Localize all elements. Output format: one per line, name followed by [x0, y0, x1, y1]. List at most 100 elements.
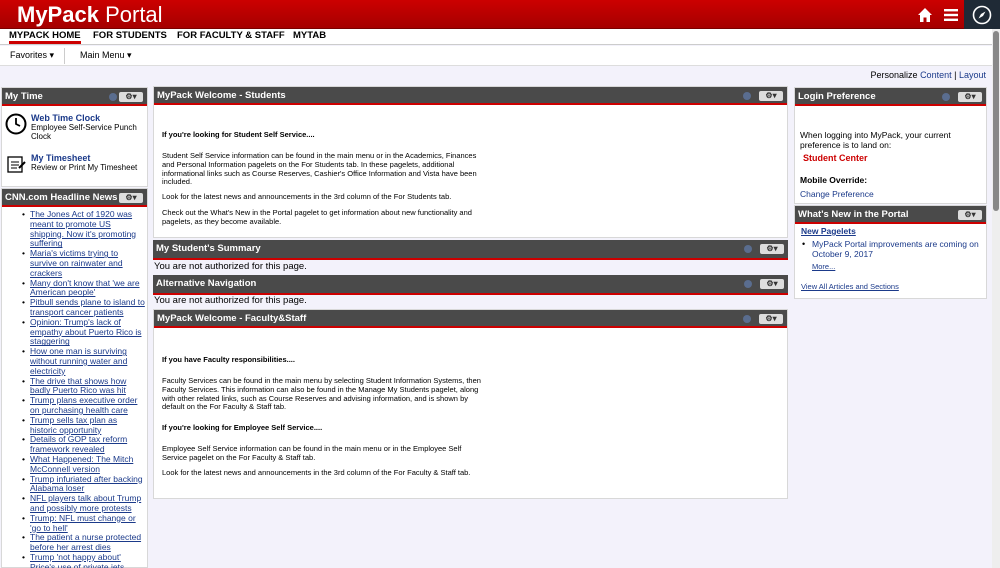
gear-icon[interactable]: ⚙▾ — [760, 279, 784, 289]
new-pagelets-link[interactable]: New Pagelets — [801, 226, 856, 236]
headline-link[interactable]: How one man is surviving without running… — [30, 346, 127, 376]
item-desc: Employee Self-Service Punch Clock — [31, 123, 137, 141]
view-all-articles-link[interactable]: View All Articles and Sections — [801, 282, 899, 291]
pagelet-title: MyPack Welcome - Students — [157, 90, 286, 101]
tab-for-students[interactable]: FOR STUDENTS — [93, 30, 167, 44]
gear-icon[interactable]: ⚙▾ — [760, 244, 784, 254]
headline-link[interactable]: NFL players talk about Trump and possibl… — [30, 493, 141, 513]
hamburger-menu-icon[interactable] — [938, 0, 964, 29]
item-title[interactable]: Web Time Clock — [31, 113, 139, 123]
favorites-dropdown[interactable]: Favorites ▾ — [10, 50, 54, 61]
item-title[interactable]: My Timesheet — [31, 153, 139, 163]
headline-link[interactable]: Maria's victims trying to survive on rai… — [30, 248, 123, 278]
pagelet-title: My Time — [5, 91, 43, 102]
help-icon[interactable] — [109, 93, 117, 101]
main-menu-dropdown[interactable]: Main Menu ▾ — [80, 50, 132, 61]
compass-icon[interactable] — [964, 0, 1000, 29]
headline-link[interactable]: Trump: NFL must change or 'go to hell' — [30, 513, 136, 533]
help-icon[interactable] — [743, 315, 751, 323]
my-timesheet-item[interactable]: My Timesheet Review or Print My Timeshee… — [5, 153, 139, 175]
headline-link[interactable]: Trump 'not happy about' Price's use of p… — [30, 552, 124, 568]
clock-icon — [5, 113, 27, 135]
paragraph: Look for the latest news and announcemen… — [162, 192, 452, 201]
preference-description: When logging into MyPack, your current p… — [800, 130, 951, 150]
list-item: Details of GOP tax reform framework reve… — [6, 434, 146, 455]
pagelet-header: MyPack Welcome - Faculty&Staff ⚙▾ — [154, 310, 787, 328]
bullet-icon: • — [802, 239, 806, 249]
web-time-clock-item[interactable]: Web Time Clock Employee Self-Service Pun… — [5, 113, 139, 141]
headline-link[interactable]: Trump infuriated after backing Alabama l… — [30, 474, 143, 494]
personalize-content-link[interactable]: Content — [920, 70, 952, 80]
list-item: Trump: NFL must change or 'go to hell' — [6, 513, 146, 534]
mobile-override-label: Mobile Override: — [800, 175, 868, 185]
top-header: MyPack Portal — [0, 0, 1000, 29]
headline-link[interactable]: Trump plans executive order on purchasin… — [30, 395, 137, 415]
preference-value: Student Center — [803, 153, 868, 163]
help-icon[interactable] — [743, 92, 751, 100]
pagelet-header: My Time ⚙▾ — [2, 88, 147, 106]
pagelet-header: My Student's Summary ⚙▾ — [153, 240, 788, 260]
headline-link[interactable]: Opinion: Trump's lack of empathy about P… — [30, 317, 142, 347]
gear-icon[interactable]: ⚙▾ — [958, 92, 982, 102]
gear-icon[interactable]: ⚙▾ — [759, 314, 783, 324]
pagelet-title: Login Preference — [798, 91, 876, 102]
gear-icon[interactable]: ⚙▾ — [119, 92, 143, 102]
welcome-faculty-pagelet: MyPack Welcome - Faculty&Staff ⚙▾ If you… — [153, 309, 788, 499]
scrollbar-thumb[interactable] — [993, 31, 999, 211]
headline-link[interactable]: The Jones Act of 1920 was meant to promo… — [30, 209, 136, 248]
paragraph: Check out the What's New in the Portal p… — [162, 208, 472, 226]
logo-rest: Portal — [105, 2, 163, 27]
list-item: The drive that shows how badly Puerto Ri… — [6, 376, 146, 397]
list-item: Maria's victims trying to survive on rai… — [6, 248, 146, 278]
headline-link[interactable]: Trump sells tax plan as historic opportu… — [30, 415, 117, 435]
section-heading: If you're looking for Student Self Servi… — [162, 130, 315, 139]
headline-link[interactable]: Many don't know that 'we are American pe… — [30, 278, 140, 298]
headline-link[interactable]: Details of GOP tax reform framework reve… — [30, 434, 127, 454]
main-nav: MYPACK HOME FOR STUDENTS FOR FACULTY & S… — [0, 29, 992, 45]
headline-link[interactable]: Pitbull sends plane to island to transpo… — [30, 297, 145, 317]
logo-bold: MyPack — [17, 2, 99, 27]
personalize-links: Personalize Content | Layout — [871, 70, 986, 80]
personalize-separator: | — [954, 70, 957, 80]
tab-mypack-home[interactable]: MYPACK HOME — [9, 30, 81, 44]
change-preference-link[interactable]: Change Preference — [800, 189, 874, 199]
news-item-link[interactable]: MyPack Portal improvements are coming on… — [812, 239, 984, 259]
alternative-navigation-pagelet: Alternative Navigation ⚙▾ You are not au… — [153, 275, 788, 308]
headline-link[interactable]: What Happened: The Mitch McConnell versi… — [30, 454, 133, 474]
pagelet-header: CNN.com Headline News ⚙▾ — [2, 189, 147, 207]
gear-icon[interactable]: ⚙▾ — [119, 193, 143, 203]
help-icon[interactable] — [942, 93, 950, 101]
page-scrollbar[interactable] — [992, 29, 1000, 568]
headline-link[interactable]: The patient a nurse protected before her… — [30, 532, 141, 552]
login-preference-pagelet: Login Preference ⚙▾ When logging into My… — [794, 87, 987, 204]
pagelet-title: My Student's Summary — [156, 243, 261, 254]
gear-icon[interactable]: ⚙▾ — [759, 91, 783, 101]
tab-for-faculty-staff[interactable]: FOR FACULTY & STAFF — [177, 30, 285, 44]
pagelet-header: What's New in the Portal ⚙▾ — [795, 206, 986, 224]
gear-icon[interactable]: ⚙▾ — [958, 210, 982, 220]
tab-mytab[interactable]: MYTAB — [293, 30, 326, 44]
favorites-label: Favorites — [10, 50, 48, 60]
cnn-headlines-list: The Jones Act of 1920 was meant to promo… — [6, 209, 146, 568]
list-item: The Jones Act of 1920 was meant to promo… — [6, 209, 146, 249]
pagelet-title: MyPack Welcome - Faculty&Staff — [157, 313, 307, 324]
portal-logo[interactable]: MyPack Portal — [17, 2, 163, 28]
not-authorized-message: You are not authorized for this page. — [154, 295, 307, 306]
my-time-pagelet: My Time ⚙▾ Web Time Clock Employee Self-… — [1, 87, 148, 187]
more-link[interactable]: More... — [812, 262, 835, 271]
help-icon[interactable] — [744, 280, 752, 288]
list-item: Trump 'not happy about' Price's use of p… — [6, 552, 146, 568]
home-icon[interactable] — [912, 0, 938, 29]
section-heading: If you're looking for Employee Self Serv… — [162, 423, 323, 432]
pagelet-title: Alternative Navigation — [156, 278, 257, 289]
help-icon[interactable] — [744, 245, 752, 253]
item-desc: Review or Print My Timesheet — [31, 163, 138, 172]
personalize-label: Personalize — [870, 70, 918, 80]
main-menu-label: Main Menu — [80, 50, 125, 60]
favorites-bar: Favorites ▾ Main Menu ▾ — [0, 46, 992, 66]
not-authorized-message: You are not authorized for this page. — [154, 261, 307, 272]
headline-link[interactable]: The drive that shows how badly Puerto Ri… — [30, 376, 126, 396]
personalize-layout-link[interactable]: Layout — [959, 70, 986, 80]
list-item: The patient a nurse protected before her… — [6, 532, 146, 553]
pagelet-header: Alternative Navigation ⚙▾ — [153, 275, 788, 295]
